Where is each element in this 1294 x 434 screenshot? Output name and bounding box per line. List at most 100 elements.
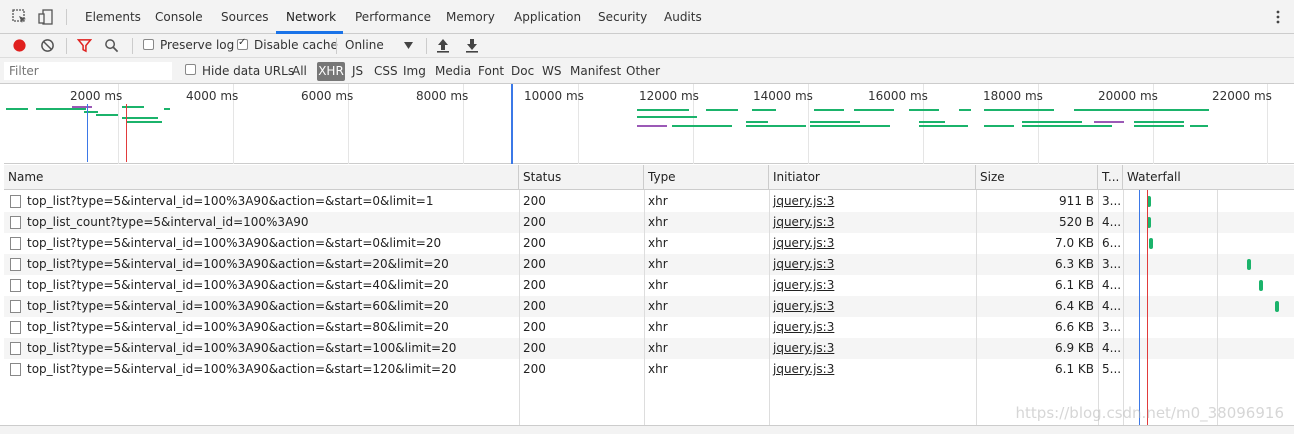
clear-icon[interactable]	[40, 38, 55, 53]
request-name[interactable]: top_list?type=5&interval_id=100%3A90&act…	[23, 317, 519, 338]
request-name[interactable]: top_list?type=5&interval_id=100%3A90&act…	[23, 254, 519, 275]
column-header-type[interactable]: Type	[644, 165, 769, 190]
table-row[interactable]: top_list?type=5&interval_id=100%3A90&act…	[4, 233, 1294, 254]
import-har-icon[interactable]	[436, 38, 450, 53]
column-header-waterfall[interactable]: Waterfall	[1123, 165, 1294, 190]
requests-table: Name Status Type Initiator Size T... Wat…	[4, 165, 1294, 425]
initiator-link[interactable]: jquery.js:3	[773, 236, 834, 250]
file-icon	[10, 342, 21, 355]
preserve-log-checkbox[interactable]	[143, 39, 154, 50]
request-time: 3...	[1102, 257, 1122, 271]
column-header-time[interactable]: T...	[1098, 165, 1123, 190]
table-row[interactable]: top_list_count?type=5&interval_id=100%3A…	[4, 212, 1294, 233]
watermark: https://blog.csdn.net/m0_38096916	[1015, 404, 1284, 422]
waterfall-bar[interactable]	[1275, 301, 1279, 312]
filter-icon[interactable]	[77, 38, 92, 53]
timeline-overview[interactable]: 2000 ms 4000 ms 6000 ms 8000 ms 10000 ms…	[4, 84, 1294, 164]
request-type: xhr	[648, 257, 668, 271]
tab-application[interactable]: Application	[514, 10, 581, 24]
request-name[interactable]: top_list?type=5&interval_id=100%3A90&act…	[23, 359, 519, 380]
request-type: xhr	[648, 194, 668, 208]
initiator-link[interactable]: jquery.js:3	[773, 341, 834, 355]
device-toolbar-icon[interactable]	[38, 9, 54, 25]
filter-type-img[interactable]: Img	[403, 64, 426, 78]
filter-type-xhr[interactable]: XHR	[317, 62, 345, 81]
column-header-initiator[interactable]: Initiator	[769, 165, 976, 190]
tab-elements[interactable]: Elements	[85, 10, 141, 24]
throttling-select[interactable]: Online	[345, 38, 384, 52]
inspect-element-icon[interactable]	[12, 9, 28, 25]
overview-request-bar	[959, 109, 971, 111]
initiator-link[interactable]: jquery.js:3	[773, 215, 834, 229]
column-header-size[interactable]: Size	[976, 165, 1098, 190]
filter-input[interactable]	[4, 62, 172, 80]
filter-type-doc[interactable]: Doc	[511, 64, 534, 78]
request-size: 6.9 KB	[1055, 341, 1094, 355]
record-icon[interactable]	[12, 38, 27, 53]
request-size: 6.1 KB	[1055, 362, 1094, 376]
hide-data-urls-label[interactable]: Hide data URLs	[202, 64, 294, 78]
overview-request-bar	[746, 121, 768, 123]
filter-type-font[interactable]: Font	[478, 64, 504, 78]
column-header-status[interactable]: Status	[519, 165, 644, 190]
filter-type-js[interactable]: JS	[352, 64, 363, 78]
tab-security[interactable]: Security	[598, 10, 647, 24]
tab-performance[interactable]: Performance	[355, 10, 431, 24]
request-name[interactable]: top_list_count?type=5&interval_id=100%3A…	[23, 212, 519, 233]
request-type: xhr	[648, 362, 668, 376]
divider	[426, 38, 427, 54]
filter-type-ws[interactable]: WS	[542, 64, 561, 78]
waterfall-bar[interactable]	[1259, 280, 1263, 291]
filter-type-media[interactable]: Media	[435, 64, 471, 78]
initiator-link[interactable]: jquery.js:3	[773, 278, 834, 292]
overview-request-bar	[854, 109, 894, 111]
tab-network[interactable]: Network	[286, 10, 336, 24]
filter-type-manifest[interactable]: Manifest	[570, 64, 621, 78]
load-event-marker	[126, 104, 127, 162]
request-name[interactable]: top_list?type=5&interval_id=100%3A90&act…	[23, 296, 519, 317]
filter-type-all[interactable]: All	[292, 64, 307, 78]
tab-audits[interactable]: Audits	[664, 10, 702, 24]
initiator-link[interactable]: jquery.js:3	[773, 320, 834, 334]
request-name[interactable]: top_list?type=5&interval_id=100%3A90&act…	[23, 275, 519, 296]
tab-console[interactable]: Console	[155, 10, 203, 24]
request-name[interactable]: top_list?type=5&interval_id=100%3A90&act…	[23, 338, 519, 359]
initiator-link[interactable]: jquery.js:3	[773, 362, 834, 376]
devtools-tabbar: Elements Console Sources Network Perform…	[0, 0, 1294, 34]
initiator-link[interactable]: jquery.js:3	[773, 299, 834, 313]
waterfall-bar[interactable]	[1247, 259, 1251, 270]
table-row[interactable]: top_list?type=5&interval_id=100%3A90&act…	[4, 359, 1294, 380]
table-row[interactable]: top_list?type=5&interval_id=100%3A90&act…	[4, 317, 1294, 338]
overview-tick-label: 20000 ms	[1098, 89, 1158, 103]
table-row[interactable]: top_list?type=5&interval_id=100%3A90&act…	[4, 254, 1294, 275]
disable-cache-label[interactable]: Disable cache	[254, 38, 338, 52]
request-status: 200	[523, 236, 546, 250]
initiator-link[interactable]: jquery.js:3	[773, 257, 834, 271]
column-header-name[interactable]: Name	[4, 165, 519, 190]
preserve-log-label[interactable]: Preserve log	[160, 38, 234, 52]
disable-cache-checkbox[interactable]	[237, 37, 248, 50]
tab-sources[interactable]: Sources	[221, 10, 268, 24]
more-options-icon[interactable]	[1270, 9, 1286, 25]
overview-request-bar	[1190, 125, 1208, 127]
request-name[interactable]: top_list?type=5&interval_id=100%3A90&act…	[23, 191, 519, 212]
table-row[interactable]: top_list?type=5&interval_id=100%3A90&act…	[4, 338, 1294, 359]
dropdown-arrow-icon[interactable]	[404, 42, 413, 50]
filter-type-other[interactable]: Other	[626, 64, 660, 78]
table-row[interactable]: top_list?type=5&interval_id=100%3A90&act…	[4, 296, 1294, 317]
overview-request-bar	[814, 109, 844, 111]
waterfall-bar[interactable]	[1149, 238, 1153, 249]
filter-type-css[interactable]: CSS	[374, 64, 398, 78]
selection-marker[interactable]	[511, 84, 513, 164]
overview-tick-label: 8000 ms	[416, 89, 469, 103]
hide-data-urls-checkbox[interactable]	[185, 64, 196, 75]
table-row[interactable]: top_list?type=5&interval_id=100%3A90&act…	[4, 275, 1294, 296]
initiator-link[interactable]: jquery.js:3	[773, 194, 834, 208]
export-har-icon[interactable]	[465, 38, 479, 53]
search-icon[interactable]	[104, 38, 119, 53]
request-type: xhr	[648, 215, 668, 229]
table-row[interactable]: top_list?type=5&interval_id=100%3A90&act…	[4, 191, 1294, 212]
tab-memory[interactable]: Memory	[446, 10, 495, 24]
request-name[interactable]: top_list?type=5&interval_id=100%3A90&act…	[23, 233, 519, 254]
overview-request-bar	[919, 125, 955, 127]
